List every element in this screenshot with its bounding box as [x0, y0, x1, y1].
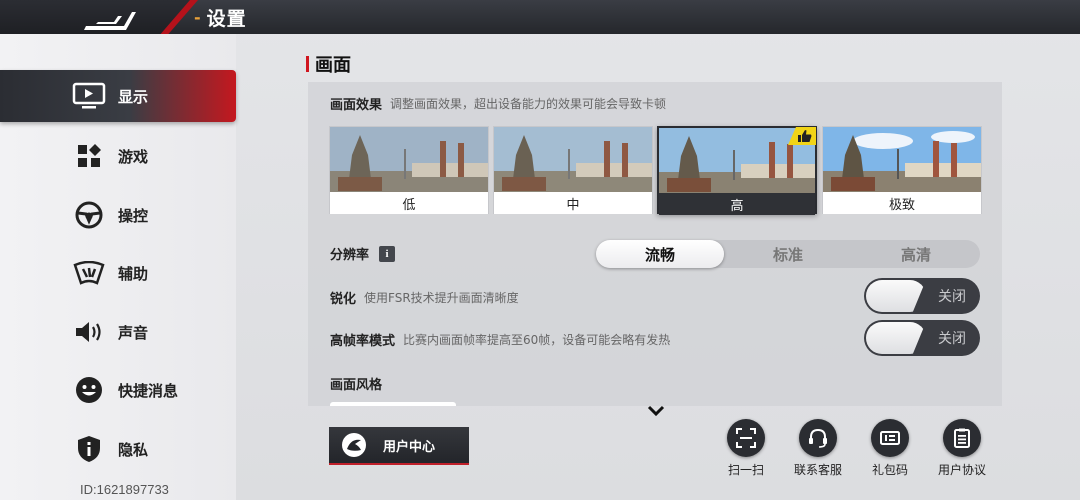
customer-service-label: 联系客服 — [793, 463, 842, 477]
user-agreement-label: 用户协议 — [937, 463, 986, 477]
sidebar-item-display[interactable]: 显示 — [0, 70, 236, 122]
quality-option-high[interactable]: 高 — [657, 126, 817, 215]
thumbs-up-icon — [798, 130, 812, 142]
user-id: ID:1621897733 — [80, 482, 169, 497]
toggle-knob — [866, 322, 926, 354]
sidebar-item-label: 辅助 — [118, 264, 149, 283]
sidebar-item-sound[interactable]: 声音 — [0, 306, 236, 358]
settings-panel: 画面效果 调整画面效果，超出设备能力的效果可能会导致卡顿 低 中 高 极致 分辨… — [308, 82, 1002, 406]
gift-code-label: 礼包码 — [871, 463, 908, 477]
user-agreement-button[interactable]: 用户协议 — [924, 419, 1000, 481]
sidebar-item-label: 操控 — [118, 206, 149, 225]
quality-option-low[interactable]: 低 — [329, 126, 489, 214]
smiley-icon — [72, 373, 106, 407]
sidebar-item-label: 快捷消息 — [118, 381, 179, 400]
scan-button[interactable]: 扫一扫 — [708, 419, 784, 481]
high-fps-label: 高帧率模式 — [330, 334, 396, 349]
section-accent-bar — [306, 56, 309, 72]
sidebar-item-label: 声音 — [118, 323, 149, 342]
quality-label: 画面效果 — [330, 98, 383, 113]
quality-option-label: 高 — [659, 193, 815, 215]
sidebar-item-quick-messages[interactable]: 快捷消息 — [0, 364, 236, 416]
quality-option-label: 中 — [494, 192, 652, 214]
title-area: - 设置 — [194, 4, 247, 30]
style-option-peek[interactable] — [330, 402, 456, 406]
customer-service-button[interactable]: 联系客服 — [780, 419, 856, 481]
resolution-row: 分辨率 i — [330, 244, 396, 263]
monitor-icon — [72, 79, 106, 113]
steering-wheel-icon — [72, 198, 106, 232]
clipboard-icon — [943, 419, 981, 457]
gift-code-button[interactable]: 礼包码 — [852, 419, 928, 481]
user-center-icon — [342, 433, 366, 457]
sidebar-item-controls[interactable]: 操控 — [0, 189, 236, 241]
sharpen-description: 使用FSR技术提升画面清晰度 — [364, 291, 519, 305]
sidebar: 显示 游戏 操控 辅助 声音 快捷消息 隐私 ID:1621897733 — [0, 34, 236, 500]
sidebar-item-game[interactable]: 游戏 — [0, 130, 236, 182]
sidebar-item-label: 游戏 — [118, 147, 149, 166]
quality-option-ultra[interactable]: 极致 — [822, 126, 982, 214]
sharpen-row: 锐化 使用FSR技术提升画面清晰度 — [330, 288, 519, 307]
style-label: 画面风格 — [330, 378, 383, 393]
resolution-option-smooth[interactable]: 流畅 — [596, 240, 724, 268]
headset-icon — [799, 419, 837, 457]
high-fps-toggle[interactable]: 关闭 — [864, 320, 980, 356]
style-row: 画面风格 — [330, 374, 382, 393]
resolution-option-standard[interactable]: 标准 — [724, 240, 852, 268]
page-title: 设置 — [206, 7, 247, 30]
high-fps-row: 高帧率模式 比赛内画面帧率提高至60帧，设备可能会略有发热 — [330, 330, 670, 349]
resolution-label: 分辨率 — [330, 248, 370, 263]
section-header: 画面 — [306, 52, 351, 76]
scene-preview-image — [494, 127, 652, 192]
scene-preview-image — [823, 127, 981, 192]
sidebar-item-assist[interactable]: 辅助 — [0, 247, 236, 299]
sharpen-toggle[interactable]: 关闭 — [864, 278, 980, 314]
sidebar-item-label: 显示 — [118, 87, 149, 106]
sharpen-label: 锐化 — [330, 292, 357, 307]
quality-option-label: 低 — [330, 192, 488, 214]
shield-icon — [72, 432, 106, 466]
toggle-state-label: 关闭 — [938, 289, 966, 305]
quality-option-label: 极致 — [823, 192, 981, 214]
speaker-icon — [72, 315, 106, 349]
chevron-down-icon[interactable] — [646, 404, 666, 418]
gift-code-icon — [871, 419, 909, 457]
resolution-option-hd[interactable]: 高清 — [852, 240, 980, 268]
sidebar-item-privacy[interactable]: 隐私 — [0, 423, 236, 475]
info-icon[interactable]: i — [379, 245, 396, 262]
toggle-state-label: 关闭 — [938, 331, 966, 347]
game-logo-icon — [84, 12, 136, 30]
sidebar-item-label: 隐私 — [118, 440, 149, 459]
title-dash: - — [194, 7, 201, 27]
scene-preview-image — [330, 127, 488, 192]
quality-row: 画面效果 调整画面效果，超出设备能力的效果可能会导致卡顿 — [330, 94, 666, 113]
quality-option-medium[interactable]: 中 — [493, 126, 653, 214]
section-title: 画面 — [315, 55, 351, 76]
resolution-selector: 流畅 标准 高清 — [596, 240, 980, 268]
high-fps-description: 比赛内画面帧率提高至60帧，设备可能会略有发热 — [403, 333, 671, 347]
scan-label: 扫一扫 — [727, 463, 764, 477]
grid-icon — [72, 139, 106, 173]
toggle-knob — [866, 280, 926, 312]
quality-description: 调整画面效果，超出设备能力的效果可能会导致卡顿 — [390, 97, 667, 111]
scan-icon — [727, 419, 765, 457]
user-center-label: 用户中心 — [383, 439, 436, 455]
assist-icon — [72, 256, 106, 290]
user-center-button[interactable]: 用户中心 — [329, 427, 469, 465]
